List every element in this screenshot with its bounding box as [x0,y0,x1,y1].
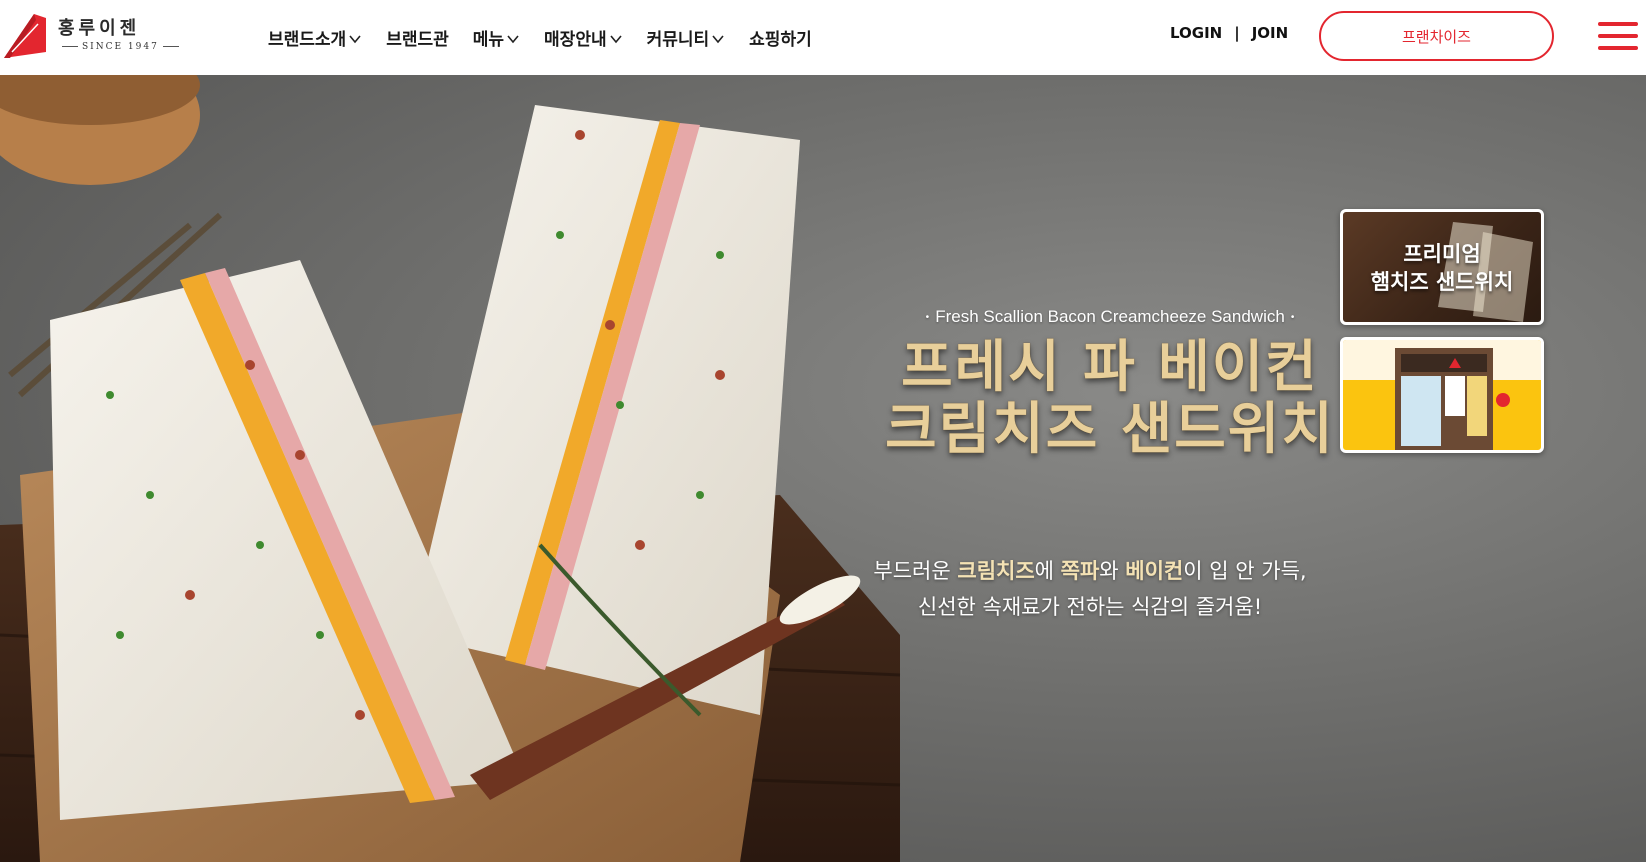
nav-item-brand-hall[interactable]: 브랜드관 [386,22,449,52]
sandwich-photo [0,75,901,862]
side-card-label-line: 햄치즈 샌드위치 [1370,270,1514,294]
nav-item-menu[interactable]: 메뉴 [473,22,520,52]
chevron-down-icon [712,35,724,44]
util-separator: | [1234,24,1240,42]
desc-highlight: 크림치즈 [957,559,1035,583]
nav-item-label: 쇼핑하기 [749,29,812,50]
site-header: 홍루이젠 SINCE 1947 브랜드소개 브랜드관 메뉴 매장안내 커뮤니티 … [0,0,1646,75]
join-link[interactable]: JOIN [1252,24,1288,42]
hero-desc-line-1: 부드러운 크림치즈에 쪽파와 베이컨이 입 안 가득, [780,553,1400,589]
hero-title-line: 프레시 파 베이컨 [901,335,1319,400]
nav-item-label: 브랜드관 [386,29,449,50]
nav-item-shopping[interactable]: 쇼핑하기 [749,22,812,52]
login-link[interactable]: LOGIN [1170,24,1222,42]
nav-item-brand-intro[interactable]: 브랜드소개 [268,22,362,52]
hero-desc-line-2: 신선한 속재료가 전하는 식감의 즐거움! [917,595,1263,619]
chevron-down-icon [609,35,622,44]
desc-text: 이 입 안 가득, [1183,559,1307,583]
side-card-label-line: 프리미엄 [1403,242,1481,266]
store-illustration [1343,340,1541,450]
desc-text: 에 [1034,559,1061,583]
chevron-down-icon [349,35,361,44]
brand-since: SINCE 1947 [58,42,183,52]
sandwich-logo-icon [4,14,46,58]
util-links: LOGIN | JOIN [1170,24,1288,42]
hero-copy: Fresh Scallion Bacon Creamcheeze Sandwic… [850,307,1370,461]
hamburger-icon[interactable] [1598,22,1638,52]
desc-highlight: 쪽파 [1060,559,1100,583]
side-card-store[interactable] [1340,337,1544,453]
main-nav: 브랜드소개 브랜드관 메뉴 매장안내 커뮤니티 쇼핑하기 [268,22,812,52]
nav-item-label: 커뮤니티 [646,29,710,50]
nav-item-label: 메뉴 [472,29,505,50]
nav-item-label: 브랜드소개 [268,29,347,50]
nav-item-stores[interactable]: 매장안내 [544,22,623,52]
hero-title: 프레시 파 베이컨 크림치즈 샌드위치 [850,337,1370,461]
chevron-down-icon [507,35,519,44]
franchise-button[interactable]: 프랜차이즈 [1319,11,1554,61]
side-banner-list: 프리미엄 햄치즈 샌드위치 [1340,209,1546,465]
brand-name: 홍루이젠 [58,18,141,39]
hero-eyebrow: Fresh Scallion Bacon Creamcheeze Sandwic… [850,307,1370,327]
hero-banner: Fresh Scallion Bacon Creamcheeze Sandwic… [0,75,1646,862]
nav-item-label: 매장안내 [544,29,607,50]
side-card-premium-hamcheese[interactable]: 프리미엄 햄치즈 샌드위치 [1340,209,1544,325]
hero-description: 부드러운 크림치즈에 쪽파와 베이컨이 입 안 가득, 신선한 속재료가 전하는… [780,553,1400,625]
hero-title-line: 크림치즈 샌드위치 [885,397,1335,462]
desc-text: 와 [1099,559,1126,583]
desc-text: 부드러운 [873,559,958,583]
desc-highlight: 베이컨 [1125,559,1184,583]
nav-item-community[interactable]: 커뮤니티 [647,22,726,52]
side-card-label: 프리미엄 햄치즈 샌드위치 [1343,240,1541,296]
brand-logo[interactable]: 홍루이젠 SINCE 1947 [0,6,190,68]
